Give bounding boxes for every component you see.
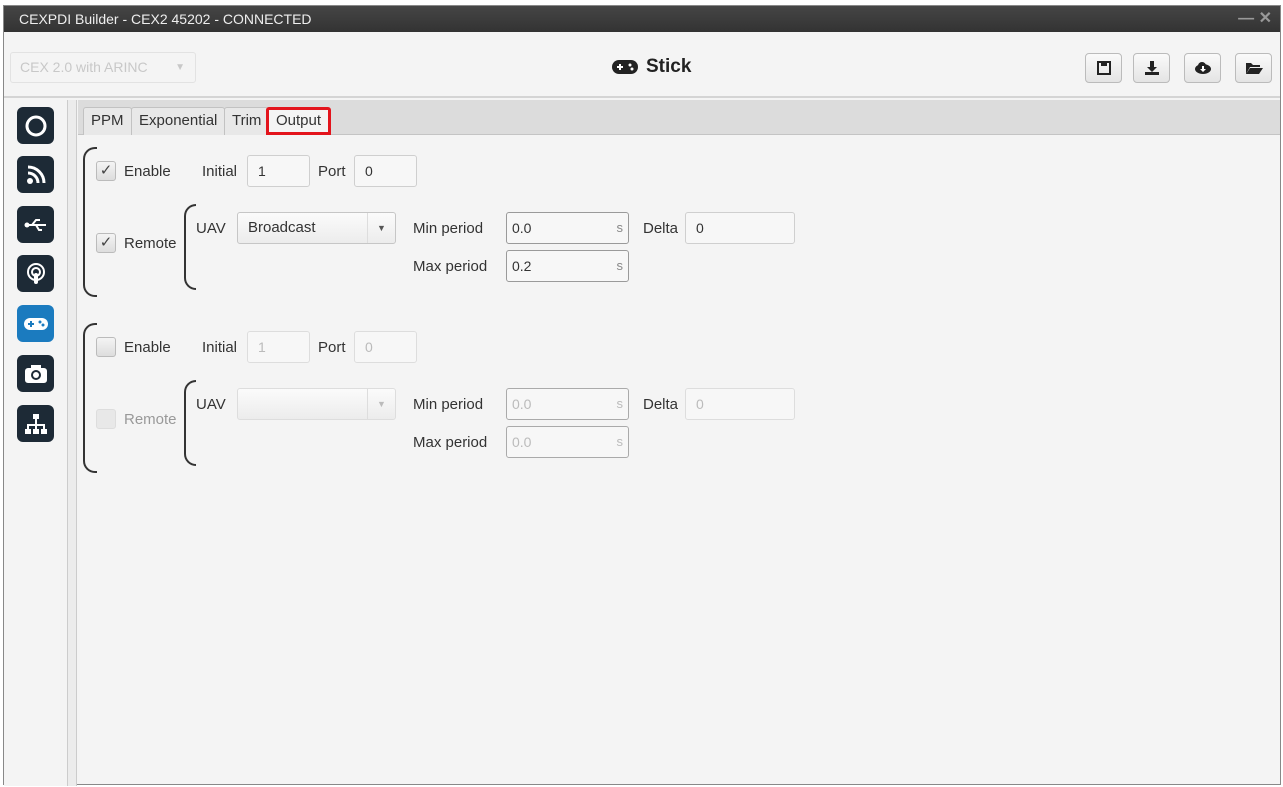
min-period-label: Min period xyxy=(413,220,484,237)
max-period-input[interactable]: 0.0 s xyxy=(506,426,629,458)
podcast-icon xyxy=(26,262,45,284)
delta-input[interactable]: 0 xyxy=(685,388,795,420)
group-bracket xyxy=(83,323,97,473)
cloud-download-icon xyxy=(1194,62,1211,74)
download-button[interactable] xyxy=(1133,53,1170,83)
power-icon xyxy=(25,115,46,136)
device-select[interactable]: CEX 2.0 with ARINC ▼ xyxy=(10,52,196,83)
min-period-value: 0.0 xyxy=(512,220,532,236)
max-period-input[interactable]: 0.2 s xyxy=(506,250,629,282)
sitemap-icon xyxy=(24,413,47,434)
delta-label: Delta xyxy=(643,220,679,237)
max-period-value: 0.2 xyxy=(512,258,532,274)
min-period-label: Min period xyxy=(413,396,484,413)
max-period-label: Max period xyxy=(413,434,488,451)
sidebar-item-camera[interactable] xyxy=(17,355,54,392)
sidebar-item-podcast[interactable] xyxy=(17,255,54,292)
remote-bracket xyxy=(184,380,196,466)
main-content: PPM Exponential Trim Output ✓ Enable Ini… xyxy=(78,100,1280,784)
window-controls[interactable]: — ✕ xyxy=(1238,6,1272,32)
enable-label: Enable xyxy=(124,163,171,180)
tab-output[interactable]: Output xyxy=(266,107,332,135)
sidebar-item-gamepad[interactable] xyxy=(17,305,54,342)
sidebar-item-usb[interactable] xyxy=(17,206,54,243)
usb-icon xyxy=(24,218,46,231)
max-period-value: 0.0 xyxy=(512,434,532,450)
device-select-value: CEX 2.0 with ARINC xyxy=(20,59,148,75)
page-title: Stick xyxy=(612,56,691,78)
open-folder-button[interactable] xyxy=(1235,53,1272,83)
save-button[interactable] xyxy=(1085,53,1122,83)
camera-icon xyxy=(24,364,47,383)
initial-label: Initial xyxy=(202,339,238,356)
unit-label: s xyxy=(616,396,624,411)
tab-exponential[interactable]: Exponential xyxy=(131,107,226,135)
chevron-down-icon: ▼ xyxy=(367,389,395,419)
uav-select[interactable]: Broadcast ▼ xyxy=(237,212,396,244)
sidebar xyxy=(4,100,68,786)
splitter[interactable] xyxy=(68,100,77,786)
uav-label: UAV xyxy=(196,396,226,413)
remote-label: Remote xyxy=(124,411,177,428)
remote-label: Remote xyxy=(124,235,177,252)
download-icon xyxy=(1144,61,1159,75)
chevron-down-icon: ▼ xyxy=(367,213,395,243)
delta-input[interactable]: 0 xyxy=(685,212,795,244)
unit-label: s xyxy=(616,220,624,235)
min-period-value: 0.0 xyxy=(512,396,532,412)
gamepad-icon xyxy=(23,317,48,330)
tab-ppm[interactable]: PPM xyxy=(83,107,132,135)
port-input[interactable]: 0 xyxy=(354,155,417,187)
enable-label: Enable xyxy=(124,339,171,356)
remote-bracket xyxy=(184,204,196,290)
window-title: CEXPDI Builder - CEX2 45202 - CONNECTED xyxy=(19,11,312,27)
unit-label: s xyxy=(616,258,624,273)
initial-input[interactable]: 1 xyxy=(247,155,310,187)
initial-input[interactable]: 1 xyxy=(247,331,310,363)
sidebar-item-rss[interactable] xyxy=(17,156,54,193)
unit-label: s xyxy=(616,434,624,449)
remote-checkbox[interactable]: ✓ xyxy=(96,233,116,253)
uav-label: UAV xyxy=(196,220,226,237)
chevron-down-icon: ▼ xyxy=(175,62,185,73)
enable-checkbox[interactable]: ✓ xyxy=(96,161,116,181)
port-label: Port xyxy=(318,339,346,356)
page-title-text: Stick xyxy=(646,56,692,77)
tab-bar: PPM Exponential Trim Output xyxy=(78,100,1280,135)
save-icon xyxy=(1096,61,1111,75)
tab-trim[interactable]: Trim xyxy=(224,107,270,135)
folder-open-icon xyxy=(1245,63,1263,74)
port-input[interactable]: 0 xyxy=(354,331,417,363)
delta-label: Delta xyxy=(643,396,679,413)
group-bracket xyxy=(83,147,97,297)
title-bar: CEXPDI Builder - CEX2 45202 - CONNECTED … xyxy=(4,6,1280,32)
app-window: CEXPDI Builder - CEX2 45202 - CONNECTED … xyxy=(3,5,1281,786)
min-period-input[interactable]: 0.0 s xyxy=(506,212,629,244)
initial-label: Initial xyxy=(202,163,238,180)
cloud-download-button[interactable] xyxy=(1184,53,1221,83)
min-period-input[interactable]: 0.0 s xyxy=(506,388,629,420)
max-period-label: Max period xyxy=(413,258,488,275)
gamepad-icon xyxy=(612,60,638,74)
uav-select-value: Broadcast xyxy=(248,219,316,236)
uav-select[interactable]: ▼ xyxy=(237,388,396,420)
port-label: Port xyxy=(318,163,346,180)
rss-icon xyxy=(26,165,45,184)
enable-checkbox[interactable] xyxy=(96,337,116,357)
sidebar-item-power[interactable] xyxy=(17,107,54,144)
sidebar-item-sitemap[interactable] xyxy=(17,405,54,442)
remote-checkbox[interactable] xyxy=(96,409,116,429)
header: CEX 2.0 with ARINC ▼ Stick xyxy=(4,32,1280,98)
